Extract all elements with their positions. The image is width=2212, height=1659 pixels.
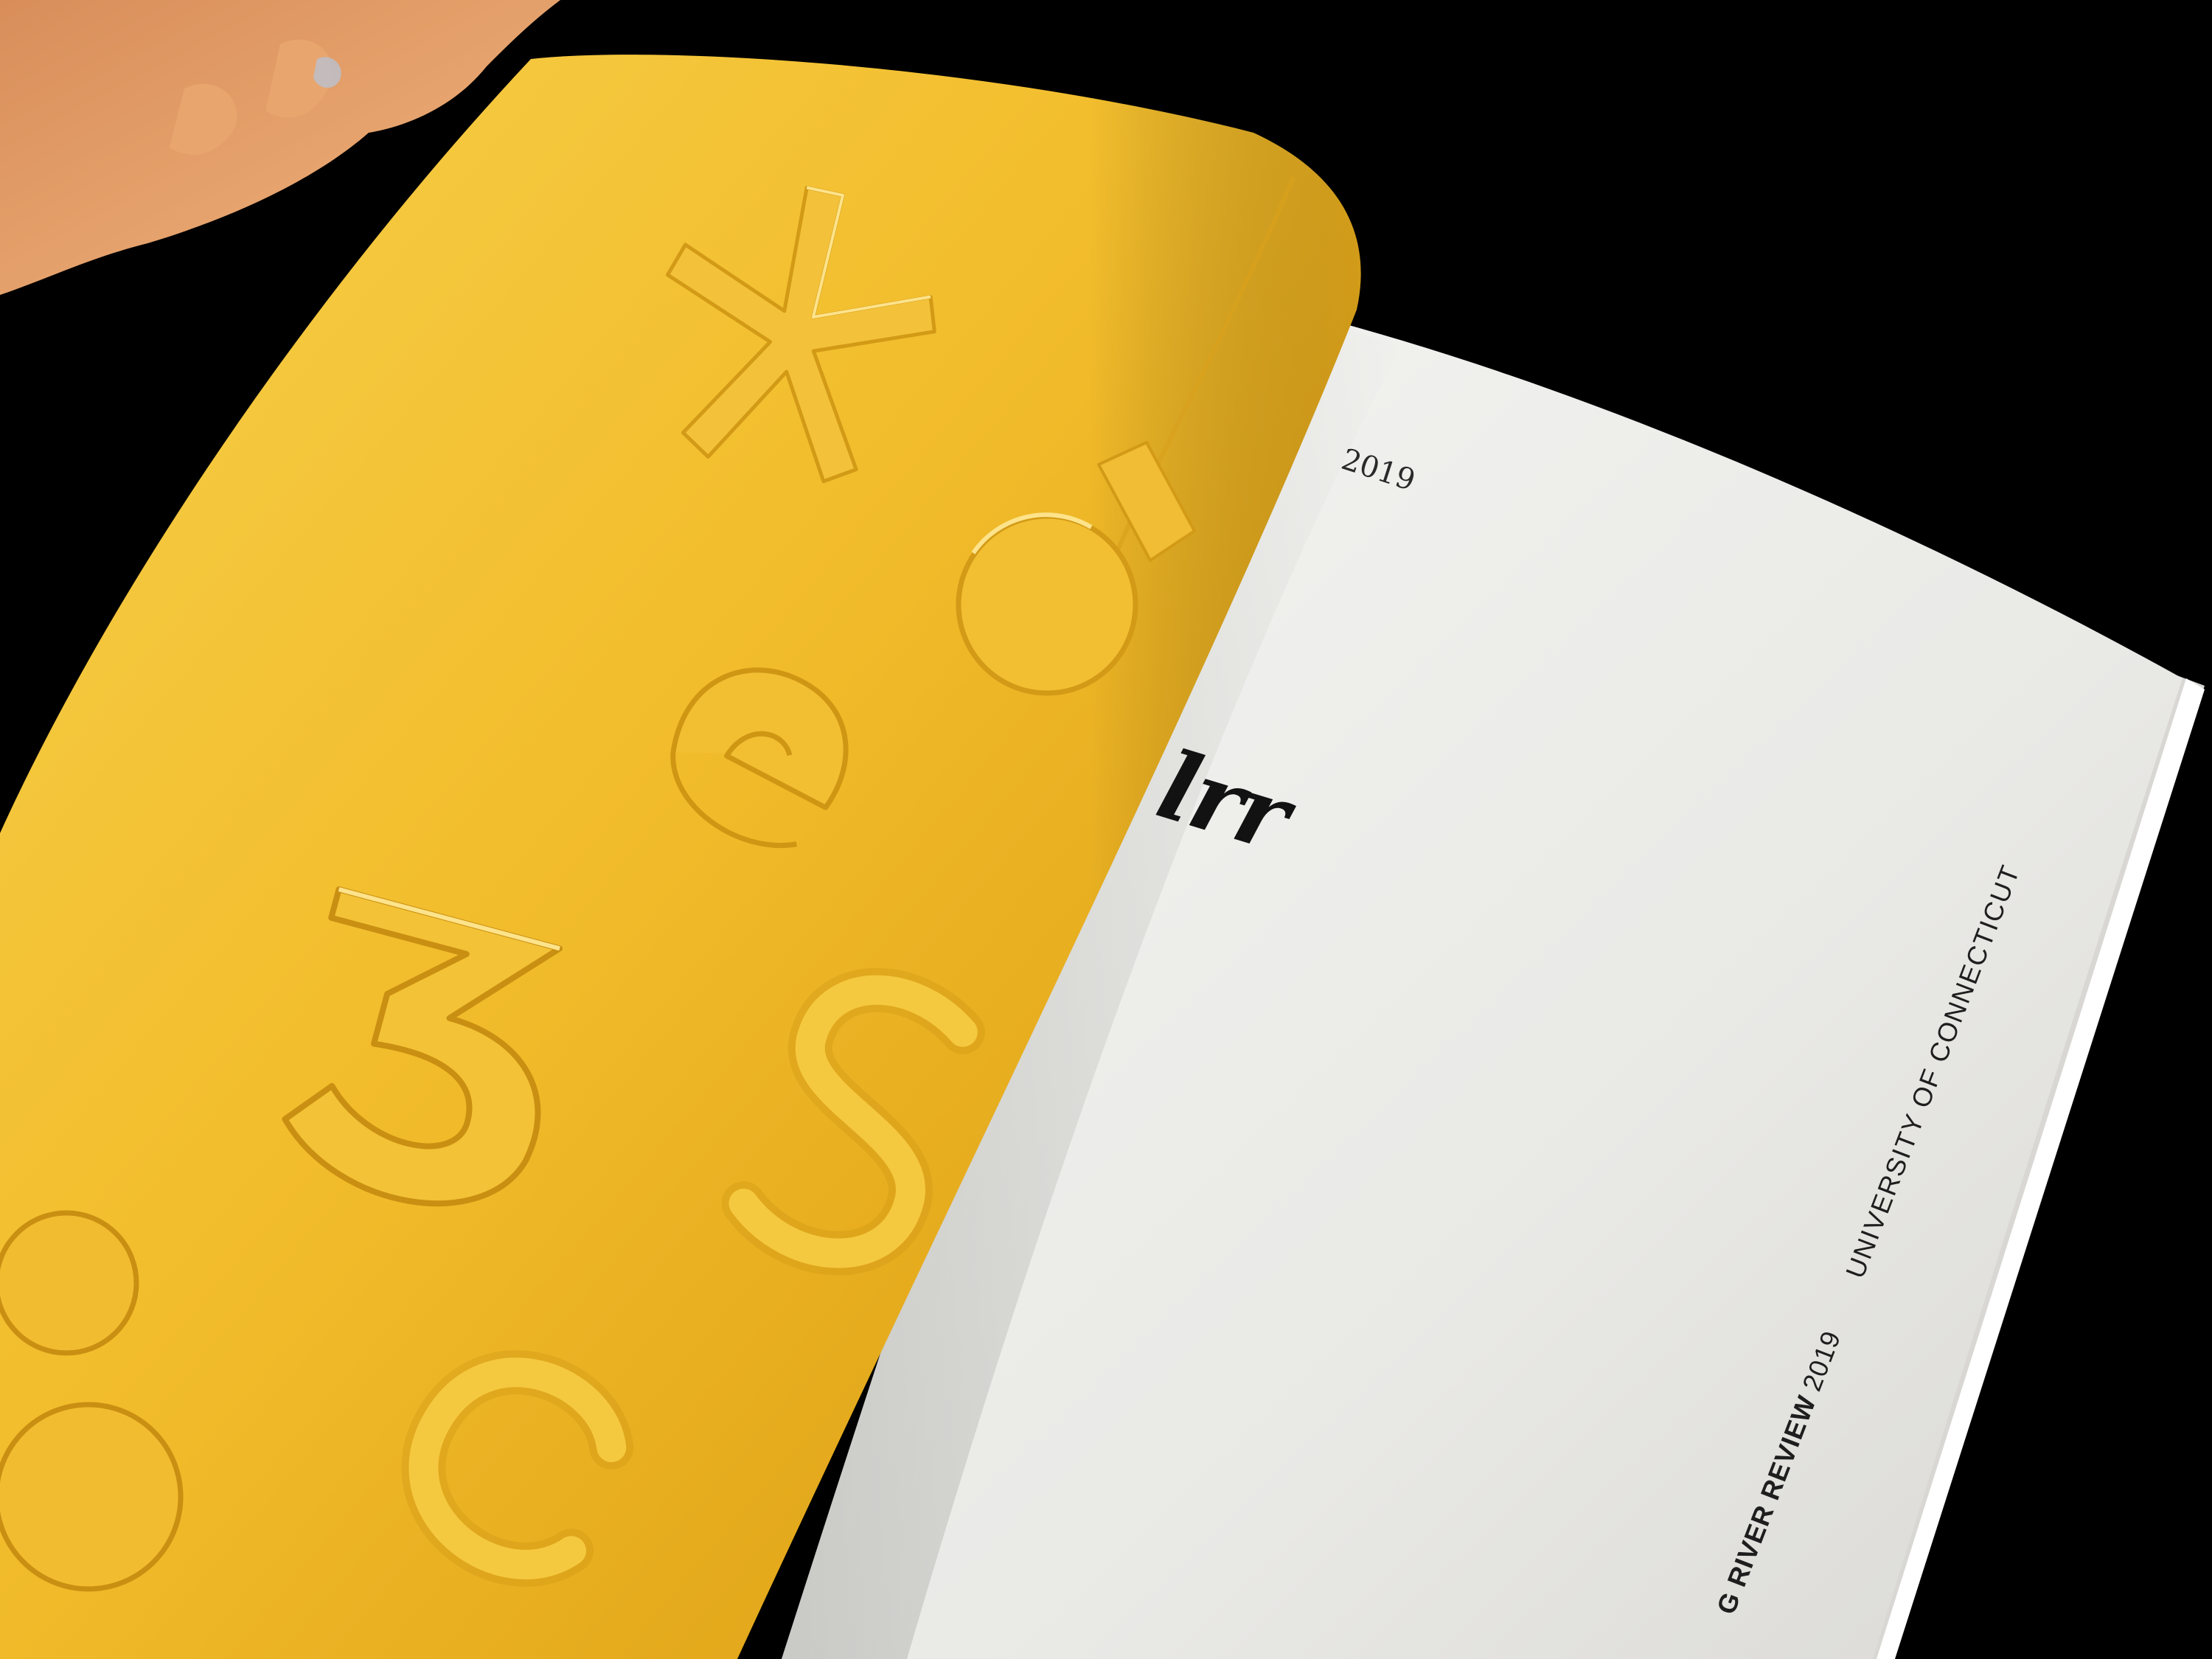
scene-graphics	[0, 0, 2205, 1659]
emboss-circle-left-2	[0, 1402, 184, 1592]
photo-scene: 2019 lrr G RIVER REVIEW2019UNIVERSITY OF…	[0, 0, 2212, 1659]
emboss-circle-top	[956, 512, 1138, 696]
emboss-circle-left-1	[0, 1210, 139, 1356]
